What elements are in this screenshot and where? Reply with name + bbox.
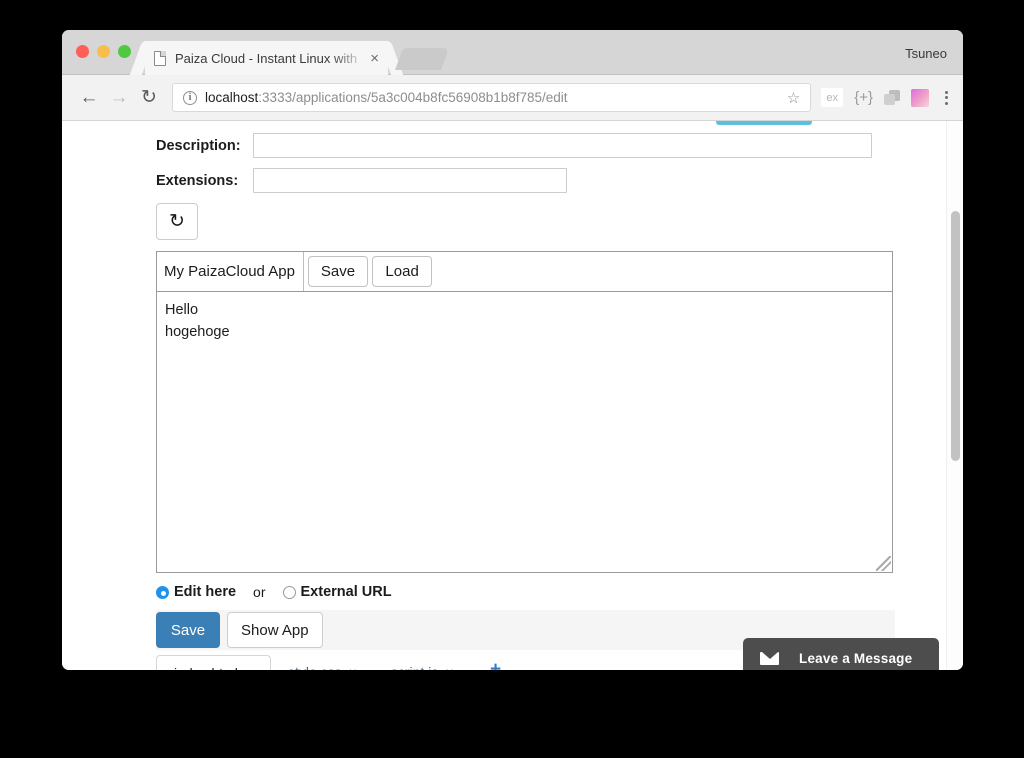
leave-a-message-widget[interactable]: Leave a Message: [743, 638, 939, 670]
page-icon: [154, 50, 166, 66]
menu-dot: [945, 101, 948, 105]
leave-a-message-label: Leave a Message: [799, 650, 913, 666]
source-choice-row: Edit here or External URL: [156, 582, 946, 602]
close-icon[interactable]: ×: [245, 665, 253, 670]
or-label: or: [253, 584, 266, 600]
app-preview-frame: My PaizaCloud App Save Load Hello hogeho…: [156, 251, 893, 573]
close-window-button[interactable]: [76, 45, 89, 58]
bookmark-star-icon[interactable]: ☆: [787, 89, 800, 107]
extensions-label: Extensions:: [156, 172, 239, 189]
back-icon[interactable]: ←: [74, 83, 104, 113]
scrollbar-thumb[interactable]: [951, 211, 960, 461]
url-text: localhost:3333/applications/5a3c004b8fc5…: [205, 90, 781, 105]
close-icon[interactable]: ×: [349, 664, 357, 670]
file-tab-index-html[interactable]: index.html ×: [156, 655, 271, 670]
refresh-icon: ↻: [169, 211, 185, 232]
close-icon[interactable]: ×: [445, 664, 453, 670]
reload-icon[interactable]: ↻: [134, 83, 164, 113]
ex-extension-icon[interactable]: ex: [821, 88, 844, 107]
description-row: Description:: [62, 133, 946, 158]
radio-external-url[interactable]: [282, 585, 296, 599]
browser-tab[interactable]: Paiza Cloud - Instant Linux with ×: [145, 41, 388, 75]
show-app-button[interactable]: Show App: [227, 612, 323, 648]
url-path: :3333/applications/5a3c004b8fc56908b1b8f…: [258, 90, 568, 105]
browser-tab-strip: Paiza Cloud - Instant Linux with × Tsune…: [62, 30, 963, 75]
file-tab-style-css[interactable]: style.css ×: [271, 654, 374, 670]
browser-menu-icon[interactable]: [942, 90, 951, 105]
forward-icon: →: [109, 86, 129, 108]
layers-extension-icon[interactable]: [884, 90, 900, 105]
user-label: Tsuneo: [905, 46, 947, 61]
extensions-input[interactable]: [253, 168, 567, 193]
add-file-icon[interactable]: +: [490, 660, 501, 670]
gradient-extension-icon[interactable]: [911, 88, 929, 107]
menu-dot: [945, 96, 948, 99]
app-preview-body: Hello hogehoge: [157, 292, 892, 343]
app-save-button[interactable]: Save: [307, 256, 369, 287]
info-icon[interactable]: i: [183, 90, 197, 105]
new-tab-button[interactable]: [394, 48, 450, 70]
browser-tab-title: Paiza Cloud - Instant Linux with: [175, 50, 358, 66]
layers-square-front: [884, 94, 895, 105]
minimize-window-button[interactable]: [97, 45, 110, 58]
radio-edit-here[interactable]: [156, 585, 169, 599]
extensions-row: Extensions:: [62, 168, 946, 193]
window-controls: [76, 45, 131, 58]
browser-window: Paiza Cloud - Instant Linux with × Tsune…: [62, 30, 963, 670]
menu-dot: [945, 90, 948, 94]
description-input[interactable]: [253, 133, 872, 158]
page-viewport: Description: Extensions: ↻ My PaizaCloud…: [62, 121, 963, 670]
file-tab-label: index.html: [174, 665, 238, 670]
maximize-window-button[interactable]: [118, 45, 131, 58]
file-tab-label: script.js: [391, 664, 438, 670]
envelope-icon: [760, 651, 779, 665]
app-preview-toolbar: My PaizaCloud App Save Load: [157, 252, 892, 292]
file-tab-script-js[interactable]: script.js ×: [374, 654, 471, 670]
page-scrollbar[interactable]: [946, 121, 963, 670]
file-tab-label: style.css: [288, 664, 342, 670]
refresh-button[interactable]: ↻: [156, 203, 198, 240]
app-body-line: Hello: [165, 302, 199, 318]
close-icon[interactable]: ×: [366, 51, 379, 66]
edit-here-label[interactable]: Edit here: [174, 584, 236, 600]
braces-extension-icon[interactable]: {+}: [854, 89, 873, 106]
app-body-line: hogehoge: [165, 324, 230, 341]
address-bar[interactable]: i localhost:3333/applications/5a3c004b8f…: [172, 83, 812, 112]
external-url-label[interactable]: External URL: [301, 584, 392, 600]
description-label: Description:: [156, 137, 241, 154]
app-title: My PaizaCloud App: [157, 252, 304, 291]
extension-icons: ex {+}: [821, 88, 951, 107]
url-host: localhost: [205, 90, 259, 105]
save-button[interactable]: Save: [156, 612, 220, 648]
browser-toolbar: ← → ↻ i localhost:3333/applications/5a3c…: [62, 75, 963, 121]
page-content: Description: Extensions: ↻ My PaizaCloud…: [62, 121, 946, 670]
resize-handle[interactable]: [876, 556, 891, 571]
app-load-button[interactable]: Load: [372, 256, 433, 287]
